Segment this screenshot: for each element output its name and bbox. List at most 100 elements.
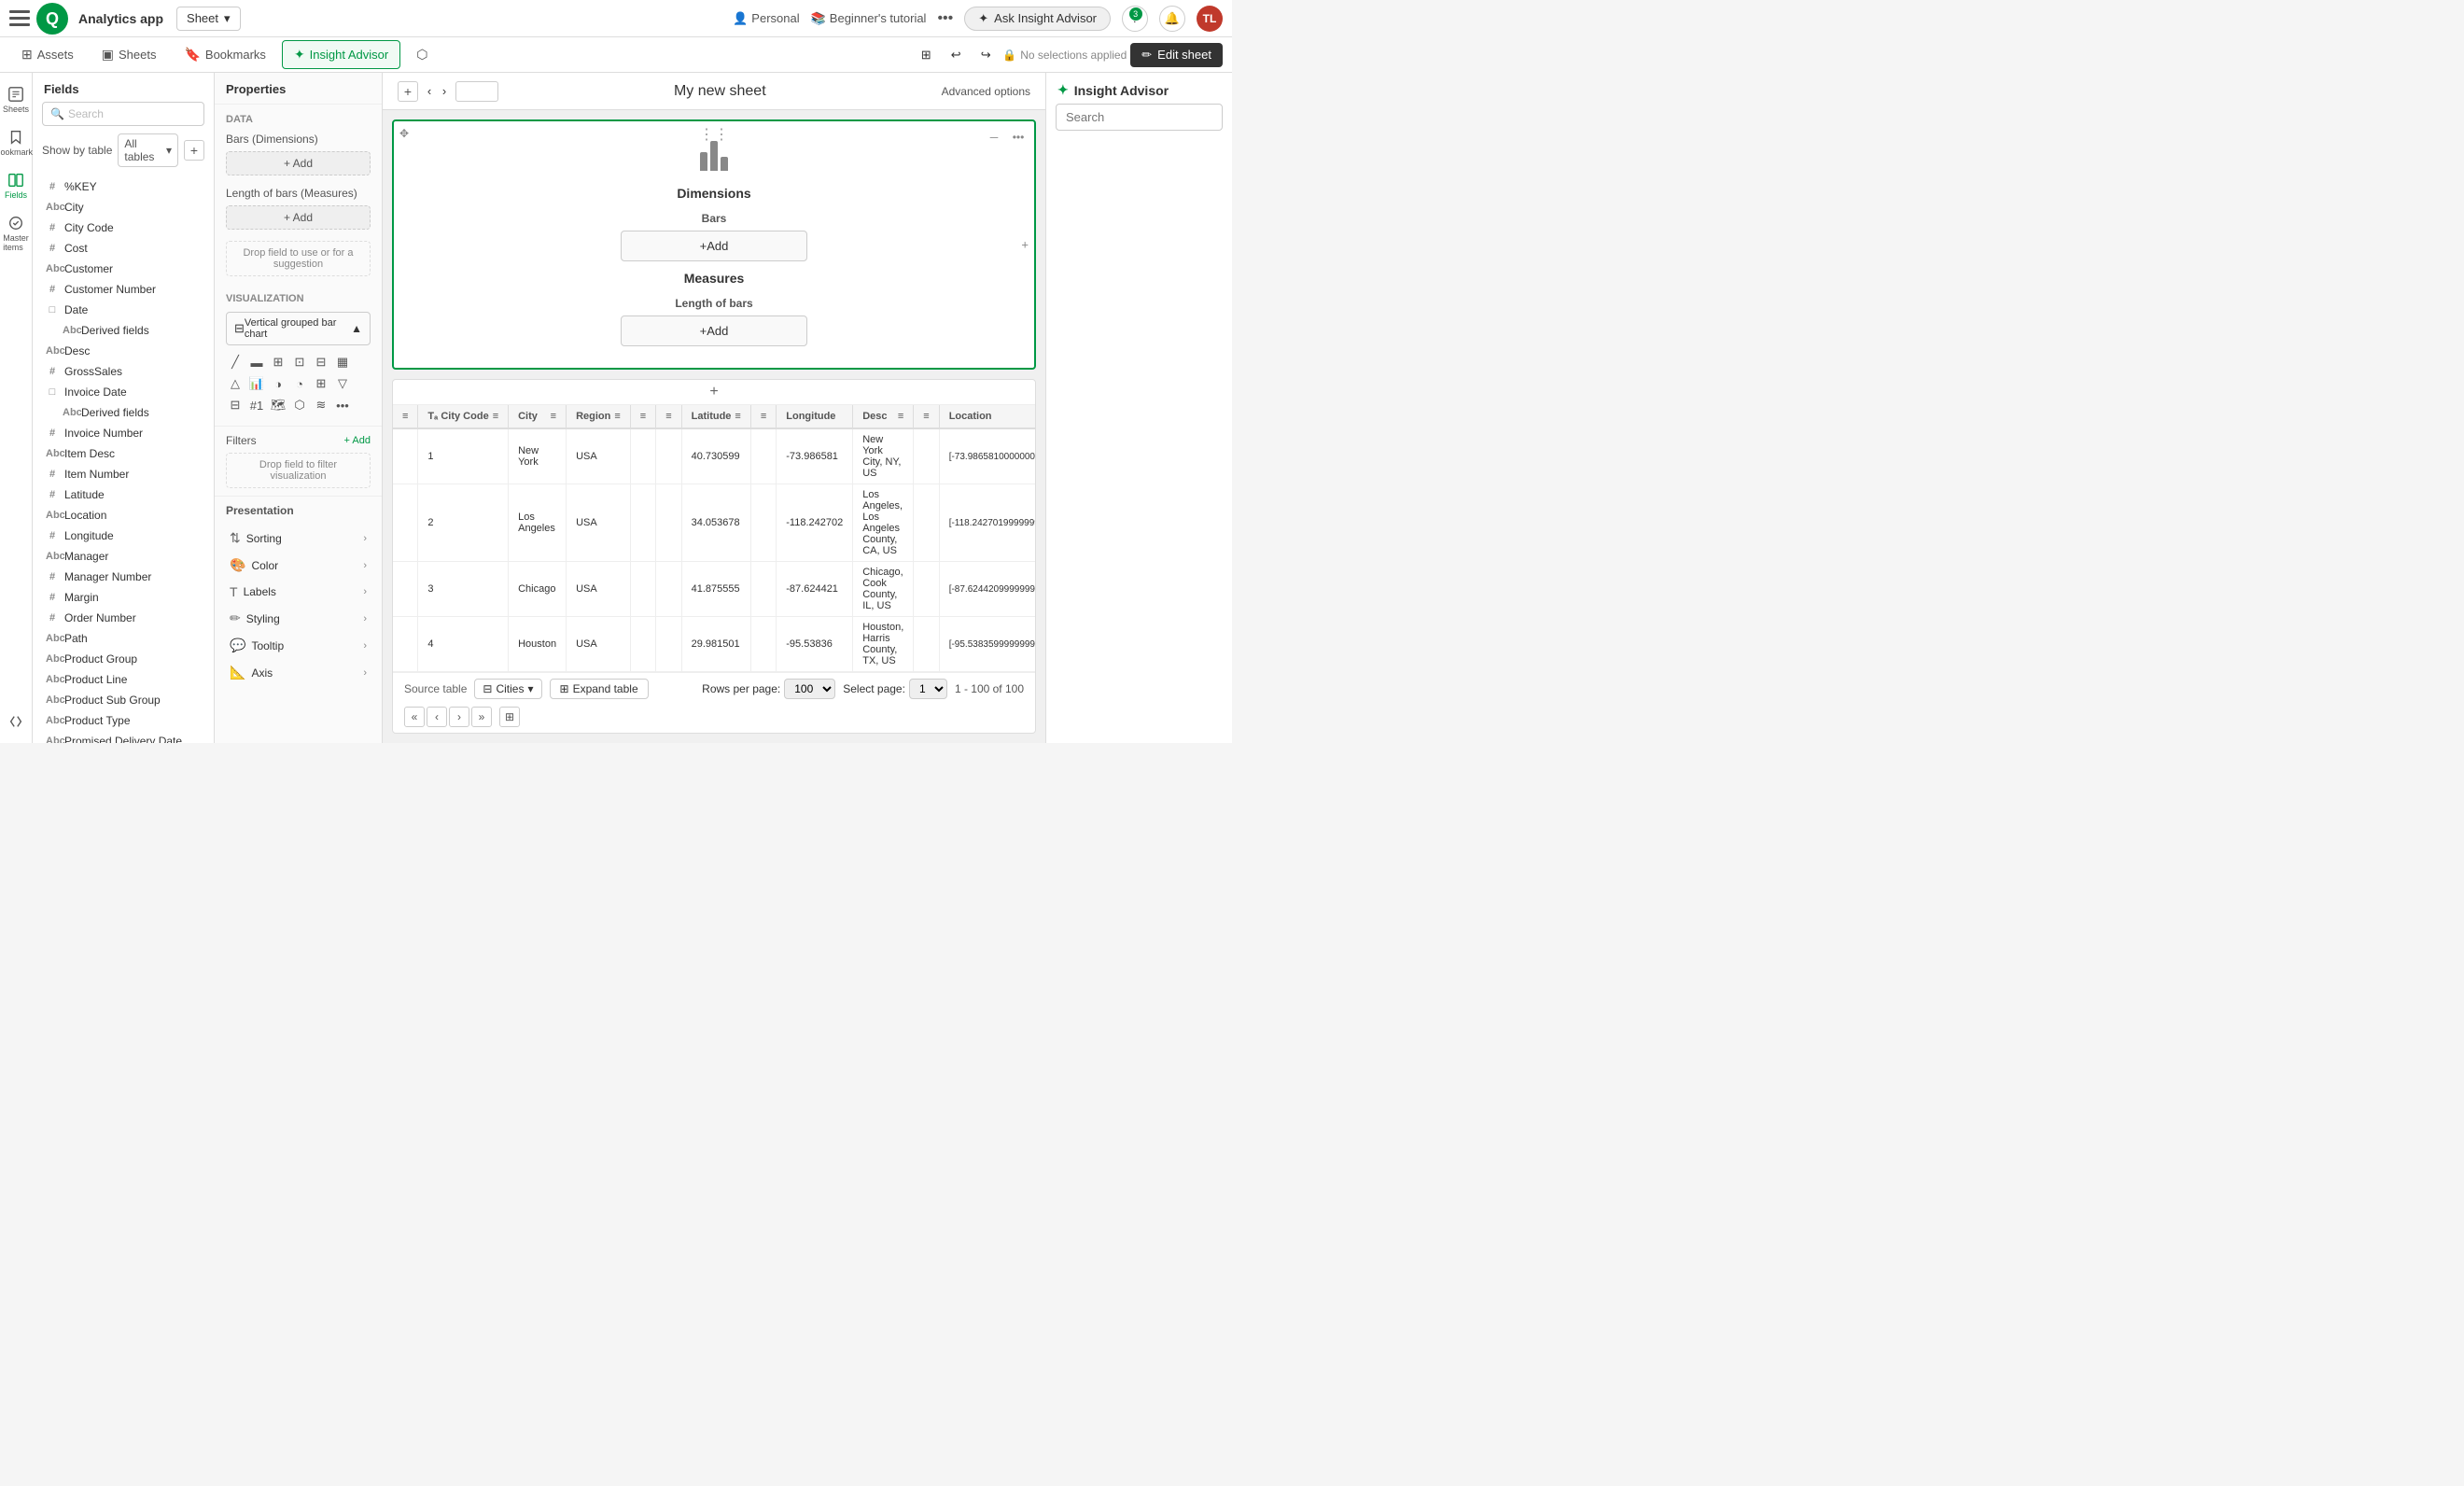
list-item[interactable]: Abc Desc: [33, 341, 214, 361]
advanced-options-button[interactable]: Advanced options: [942, 85, 1030, 98]
tab-assets[interactable]: ⊞ Assets: [9, 40, 86, 69]
list-item[interactable]: Abc Derived fields: [49, 320, 214, 341]
list-item[interactable]: Abc Product Line: [33, 669, 214, 690]
app-menu-icon[interactable]: [9, 8, 30, 29]
list-item[interactable]: Abc Path: [33, 628, 214, 649]
sidebar-item-bookmarks[interactable]: Bookmarks: [1, 123, 31, 162]
col-menu[interactable]: ≡: [393, 405, 418, 428]
viz-icon-gauge[interactable]: ◑: [269, 374, 287, 393]
more-button[interactable]: •••: [937, 10, 953, 27]
list-item[interactable]: Abc Manager: [33, 546, 214, 567]
pres-sorting[interactable]: ⇅ Sorting ›: [226, 525, 371, 552]
prev-page-button[interactable]: ‹: [427, 707, 447, 727]
list-item[interactable]: # Longitude: [33, 526, 214, 546]
nav-next-button[interactable]: ›: [437, 84, 452, 99]
nav-prev-button[interactable]: ‹: [422, 84, 437, 99]
list-item[interactable]: # Invoice Number: [33, 423, 214, 443]
next-page-button[interactable]: ›: [449, 707, 469, 727]
col-location[interactable]: Location≡: [939, 405, 1035, 428]
viz-icon-sankey[interactable]: ≋: [312, 396, 330, 414]
add-length-button[interactable]: + Add: [226, 205, 371, 230]
pres-axis[interactable]: 📐 Axis ›: [226, 659, 371, 686]
viz-icon-area[interactable]: △: [226, 374, 245, 393]
redo-button[interactable]: ↪: [973, 42, 999, 68]
chart-more-button[interactable]: •••: [1008, 127, 1029, 147]
pres-styling[interactable]: ✏ Styling ›: [226, 605, 371, 632]
viz-icon-scatter[interactable]: ⊡: [290, 353, 309, 372]
list-item[interactable]: # City Code: [33, 217, 214, 238]
viz-icon-funnel[interactable]: ▽: [333, 374, 352, 393]
list-item[interactable]: □ Date: [33, 300, 214, 320]
list-item[interactable]: # Manager Number: [33, 567, 214, 587]
list-item[interactable]: Abc Product Type: [33, 710, 214, 731]
viz-icon-table[interactable]: ⊞: [269, 353, 287, 372]
list-item[interactable]: Abc Customer: [33, 259, 214, 279]
add-field-button[interactable]: +: [184, 140, 204, 161]
col-city[interactable]: City≡: [509, 405, 567, 428]
list-item[interactable]: Abc Derived fields: [49, 402, 214, 423]
sidebar-item-fields[interactable]: Fields: [1, 166, 31, 205]
source-table-selector[interactable]: ⊟ Cities ▾: [474, 679, 541, 699]
expand-table-button[interactable]: ⊞ Expand table: [550, 679, 649, 699]
add-sheet-button[interactable]: +: [398, 81, 418, 102]
ask-insight-button[interactable]: ✦ Ask Insight Advisor: [964, 7, 1111, 31]
list-item[interactable]: Abc Item Desc: [33, 443, 214, 464]
bell-button[interactable]: 🔔: [1159, 6, 1185, 32]
viz-icon-kpi[interactable]: #1: [247, 396, 266, 414]
last-page-button[interactable]: »: [471, 707, 492, 727]
list-item[interactable]: # %KEY: [33, 176, 214, 197]
data-table-expand-button[interactable]: +: [393, 380, 1035, 405]
viz-icon-combo[interactable]: 📊: [247, 374, 266, 393]
rows-per-page-select[interactable]: 100 50 25: [784, 679, 835, 699]
chart-move-handle[interactable]: ✥: [399, 127, 409, 140]
sidebar-item-sheets[interactable]: Sheets: [1, 80, 31, 119]
chart-drag-handle[interactable]: ⋮⋮: [699, 125, 729, 144]
tab-sheets[interactable]: ▣ Sheets: [90, 40, 169, 69]
list-item[interactable]: # GrossSales: [33, 361, 214, 382]
tab-insight-advisor[interactable]: ✦ Insight Advisor: [282, 40, 400, 69]
tab-bookmarks[interactable]: 🔖 Bookmarks: [172, 40, 277, 69]
list-item[interactable]: □ Invoice Date: [33, 382, 214, 402]
col-desc[interactable]: Desc≡: [853, 405, 914, 428]
add-bars-button[interactable]: + Add: [226, 151, 371, 175]
list-item[interactable]: # Latitude: [33, 484, 214, 505]
undo-button[interactable]: ↩: [943, 42, 969, 68]
chart-minimize-button[interactable]: ─: [984, 127, 1004, 147]
viz-icon-treemap[interactable]: ⊞: [312, 374, 330, 393]
view-toggle[interactable]: [455, 81, 498, 102]
viz-type-selector[interactable]: ⊟ Vertical grouped bar chart ▲: [226, 312, 371, 345]
list-item[interactable]: Abc Product Sub Group: [33, 690, 214, 710]
viz-icon-bar2[interactable]: ▦: [333, 353, 352, 372]
insight-search-input[interactable]: [1056, 104, 1223, 131]
col-region[interactable]: Region≡: [567, 405, 631, 428]
fields-search-input[interactable]: 🔍 Search: [42, 102, 204, 126]
personal-button[interactable]: 👤 Personal: [733, 11, 800, 26]
pres-color[interactable]: 🎨 Color ›: [226, 552, 371, 579]
help-button[interactable]: ? 3: [1122, 6, 1148, 32]
list-item[interactable]: # Customer Number: [33, 279, 214, 300]
list-item[interactable]: # Item Number: [33, 464, 214, 484]
viz-icon-network[interactable]: ⬡: [290, 396, 309, 414]
sidebar-collapse-button[interactable]: [1, 708, 31, 736]
notification-button[interactable]: ? 3: [1131, 11, 1138, 25]
list-item[interactable]: # Cost: [33, 238, 214, 259]
viz-icon-waterfall[interactable]: ⊟: [226, 396, 245, 414]
col-longitude[interactable]: Longitude: [777, 405, 853, 428]
tutorial-button[interactable]: 📚 Beginner's tutorial: [811, 11, 927, 26]
chart-expand-right[interactable]: +: [1015, 234, 1034, 256]
table-grid-view-button[interactable]: ⊞: [499, 707, 520, 727]
col-latitude[interactable]: Latitude≡: [681, 405, 750, 428]
viz-icon-line[interactable]: ╱: [226, 353, 245, 372]
list-item[interactable]: Abc Promised Delivery Date: [33, 731, 214, 743]
add-measures-chart-button[interactable]: + Add: [621, 315, 807, 346]
viz-icon-pivot[interactable]: ⊟: [312, 353, 330, 372]
first-page-button[interactable]: «: [404, 707, 425, 727]
list-item[interactable]: # Margin: [33, 587, 214, 608]
pres-tooltip[interactable]: 💬 Tooltip ›: [226, 632, 371, 659]
tab-extra[interactable]: ⬡: [404, 40, 440, 69]
viz-icon-bar[interactable]: ▬: [247, 353, 266, 372]
list-item[interactable]: Abc City: [33, 197, 214, 217]
viz-icon-map[interactable]: 🗺: [269, 396, 287, 414]
edit-sheet-button[interactable]: ✏ Edit sheet: [1130, 43, 1223, 67]
add-bars-chart-button[interactable]: + Add: [621, 231, 807, 261]
